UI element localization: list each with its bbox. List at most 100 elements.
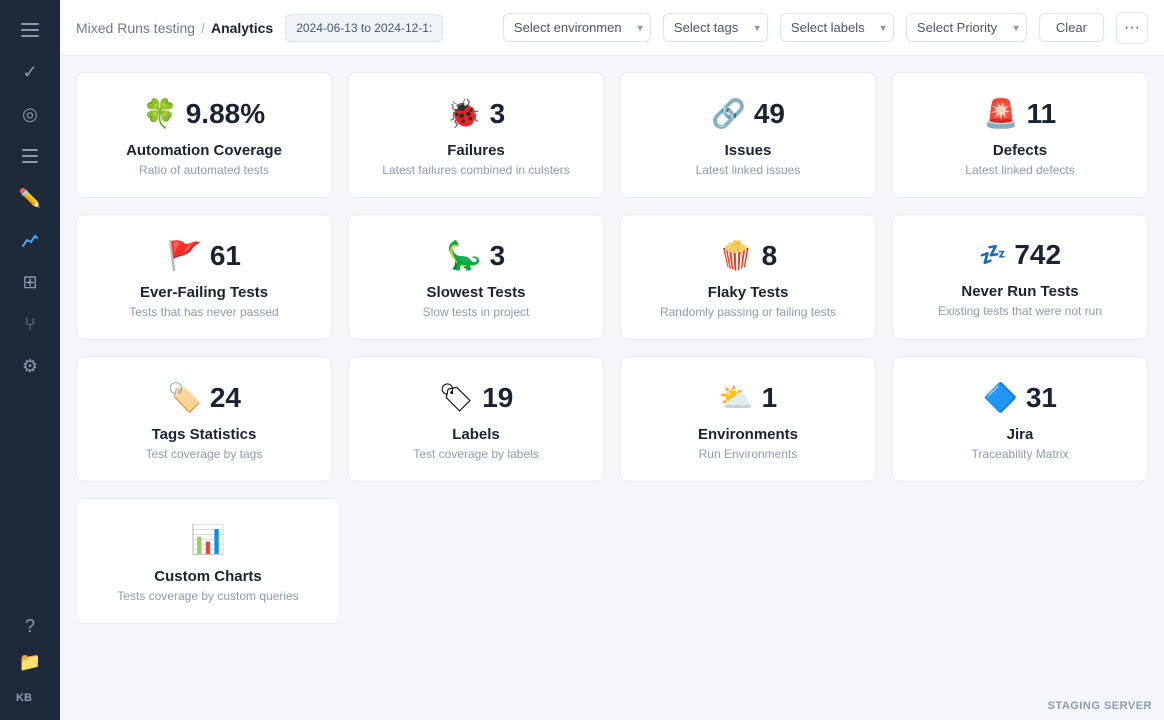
labels-desc: Test coverage by labels	[413, 447, 538, 461]
defects-number: 11	[1027, 98, 1057, 130]
flaky-tests-card[interactable]: 🍿 8 Flaky Tests Randomly passing or fail…	[620, 214, 876, 340]
breadcrumb-current: Analytics	[211, 20, 273, 36]
help-icon[interactable]: ?	[12, 608, 48, 644]
environment-filter[interactable]: Select environmen	[503, 13, 651, 42]
issues-card[interactable]: 🔗 49 Issues Latest linked issues	[620, 72, 876, 198]
labels-number: 19	[482, 382, 513, 414]
header: Mixed Runs testing / Analytics 2024-06-1…	[60, 0, 1164, 56]
staging-badge: STAGING SERVER	[1048, 700, 1152, 712]
slowest-tests-stat: 🦕 3	[447, 239, 505, 272]
check-icon[interactable]: ✓	[12, 54, 48, 90]
breadcrumb: Mixed Runs testing / Analytics	[76, 20, 273, 36]
tags-statistics-title: Tags Statistics	[152, 426, 257, 443]
failures-stat: 🐞 3	[447, 97, 505, 130]
slowest-tests-card[interactable]: 🦕 3 Slowest Tests Slow tests in project	[348, 214, 604, 340]
automation-coverage-card[interactable]: 🍀 9.88% Automation Coverage Ratio of aut…	[76, 72, 332, 198]
environments-icon: ⛅	[719, 381, 754, 414]
jira-number: 31	[1026, 382, 1057, 414]
defects-card[interactable]: 🚨 11 Defects Latest linked defects	[892, 72, 1148, 198]
tags-statistics-card[interactable]: 🏷️ 24 Tags Statistics Test coverage by t…	[76, 356, 332, 482]
jira-card[interactable]: 🔷 31 Jira Traceability Matrix	[892, 356, 1148, 482]
slowest-tests-title: Slowest Tests	[427, 284, 526, 301]
labels-card[interactable]: 🏷 19 Labels Test coverage by labels	[348, 356, 604, 482]
automation-coverage-number: 9.88%	[186, 98, 265, 130]
dashboard-icon[interactable]: ⊞	[12, 264, 48, 300]
pencil-icon[interactable]: ✏️	[12, 180, 48, 216]
environments-title: Environments	[698, 426, 798, 443]
custom-charts-title: Custom Charts	[154, 568, 262, 585]
kb-label: KB	[12, 688, 48, 708]
automation-coverage-icon: 🍀	[143, 97, 178, 130]
flaky-tests-desc: Randomly passing or failing tests	[660, 305, 836, 319]
clear-button[interactable]: Clear	[1039, 13, 1104, 42]
jira-icon: 🔷	[983, 381, 1018, 414]
jira-stat: 🔷 31	[983, 381, 1057, 414]
custom-charts-stat: 📊	[191, 523, 226, 556]
defects-title: Defects	[993, 142, 1047, 159]
never-run-desc: Existing tests that were not run	[938, 304, 1102, 318]
failures-card[interactable]: 🐞 3 Failures Latest failures combined in…	[348, 72, 604, 198]
failures-icon: 🐞	[447, 97, 482, 130]
never-run-number: 742	[1014, 239, 1061, 271]
date-range[interactable]: 2024-06-13 to 2024-12-1:	[285, 14, 443, 42]
issues-desc: Latest linked issues	[696, 163, 801, 177]
labels-filter[interactable]: Select labels	[780, 13, 894, 42]
ever-failing-number: 61	[210, 240, 241, 272]
never-run-tests-card[interactable]: 💤 742 Never Run Tests Existing tests tha…	[892, 214, 1148, 340]
ever-failing-card[interactable]: 🚩 61 Ever-Failing Tests Tests that has n…	[76, 214, 332, 340]
custom-charts-card[interactable]: 📊 Custom Charts Tests coverage by custom…	[76, 498, 340, 624]
priority-filter[interactable]: Select Priority	[906, 13, 1027, 42]
never-run-icon: 💤	[979, 242, 1006, 268]
menu-icon[interactable]	[12, 12, 48, 48]
tags-statistics-stat: 🏷️ 24	[167, 381, 241, 414]
ever-failing-icon: 🚩	[167, 239, 202, 272]
content-area: 🍀 9.88% Automation Coverage Ratio of aut…	[60, 56, 1164, 720]
flaky-tests-number: 8	[762, 240, 778, 272]
branch-icon[interactable]: ⑂	[12, 306, 48, 342]
more-button[interactable]: ···	[1116, 12, 1148, 44]
slowest-tests-desc: Slow tests in project	[423, 305, 530, 319]
jira-title: Jira	[1007, 426, 1034, 443]
breadcrumb-separator: /	[201, 20, 205, 36]
environment-filter-wrapper: Select environmen	[503, 13, 651, 42]
environments-stat: ⛅ 1	[719, 381, 777, 414]
issues-number: 49	[754, 98, 785, 130]
sidebar: ✓ ◎ ✏️ ⊞ ⑂ ⚙ ? 📁 KB	[0, 0, 60, 720]
issues-title: Issues	[725, 142, 772, 159]
circle-dot-icon[interactable]: ◎	[12, 96, 48, 132]
main-area: Mixed Runs testing / Analytics 2024-06-1…	[60, 0, 1164, 720]
issues-icon: 🔗	[711, 97, 746, 130]
never-run-stat: 💤 742	[979, 239, 1061, 271]
custom-charts-icon: 📊	[191, 523, 226, 556]
ever-failing-title: Ever-Failing Tests	[140, 284, 268, 301]
jira-desc: Traceability Matrix	[972, 447, 1069, 461]
defects-icon: 🚨	[984, 97, 1019, 130]
defects-stat: 🚨 11	[984, 97, 1056, 130]
list-icon[interactable]	[12, 138, 48, 174]
files-icon[interactable]: 📁	[12, 644, 48, 680]
flaky-tests-stat: 🍿 8	[719, 239, 777, 272]
tags-statistics-desc: Test coverage by tags	[146, 447, 263, 461]
tags-statistics-icon: 🏷️	[167, 381, 202, 414]
labels-stat: 🏷 19	[439, 381, 514, 414]
priority-filter-wrapper: Select Priority	[906, 13, 1027, 42]
environments-card[interactable]: ⛅ 1 Environments Run Environments	[620, 356, 876, 482]
cards-row-2: 🚩 61 Ever-Failing Tests Tests that has n…	[76, 214, 1148, 340]
ever-failing-desc: Tests that has never passed	[129, 305, 278, 319]
never-run-title: Never Run Tests	[961, 283, 1078, 300]
tags-filter-wrapper: Select tags	[663, 13, 768, 42]
labels-icon: 🏷	[439, 381, 475, 414]
automation-coverage-title: Automation Coverage	[126, 142, 282, 159]
breadcrumb-parent[interactable]: Mixed Runs testing	[76, 20, 195, 36]
cards-row-4: 📊 Custom Charts Tests coverage by custom…	[76, 498, 1148, 624]
environments-number: 1	[762, 382, 778, 414]
cards-row-3: 🏷️ 24 Tags Statistics Test coverage by t…	[76, 356, 1148, 482]
settings-icon[interactable]: ⚙	[12, 348, 48, 384]
ever-failing-stat: 🚩 61	[167, 239, 241, 272]
tags-statistics-number: 24	[210, 382, 241, 414]
analytics-icon[interactable]	[12, 222, 48, 258]
failures-title: Failures	[447, 142, 505, 159]
automation-coverage-desc: Ratio of automated tests	[139, 163, 269, 177]
tags-filter[interactable]: Select tags	[663, 13, 768, 42]
labels-filter-wrapper: Select labels	[780, 13, 894, 42]
